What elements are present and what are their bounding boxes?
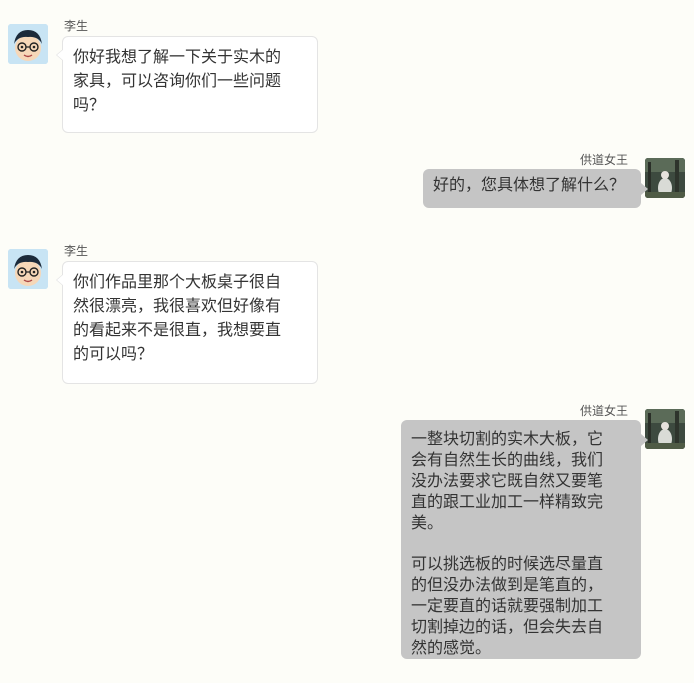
forest-photo-avatar-icon[interactable]	[645, 158, 685, 198]
sender-name: 李生	[64, 244, 89, 258]
sender-name: 供道女王	[579, 404, 628, 418]
message-line: 家具，可以咨询你们一些问题	[73, 71, 282, 90]
sender-name: 李生	[64, 19, 89, 33]
cartoon-boy-glasses-avatar-icon[interactable]	[8, 249, 48, 289]
message-line: 切割掉边的话，但会失去自	[411, 617, 604, 636]
sender-name: 供道女王	[579, 153, 628, 167]
message-line: 的可以吗？	[73, 344, 154, 363]
message-line: 吗？	[73, 95, 106, 114]
chat-conversation: 李生 你好我想了解一下关于实木的 家具，可以咨询你们一些问题 吗？ 供道女王 好…	[0, 0, 694, 683]
message-line: 可以挑选板的时候选尽量直	[411, 554, 604, 573]
outgoing-message-bubble[interactable]: 好的，您具体想了解什么？	[423, 169, 648, 208]
message-line: 的但没办法做到是笔直的，	[411, 575, 604, 594]
message-line: 直的跟工业加工一样精致完	[411, 492, 604, 511]
outgoing-message-bubble[interactable]: 一整块切割的实木大板，它 会有自然生长的曲线，我们 没办法要求它既自然又要笔 直…	[401, 420, 648, 659]
message-line: 一定要直的话就要强制加工	[411, 596, 604, 615]
message-line: 好的，您具体想了解什么？	[433, 175, 626, 194]
incoming-message-bubble[interactable]: 你们作品里那个大板桌子很自 然很漂亮，我很喜欢但好像有 的看起来不是很直，我想要…	[56, 261, 318, 384]
message-paragraph: 可以挑选板的时候选尽量直 的但没办法做到是笔直的， 一定要直的话就要强制加工 切…	[411, 553, 631, 658]
message-line: 没办法要求它既自然又要笔	[411, 471, 604, 490]
message-line: 然的感觉。	[411, 638, 492, 657]
message-paragraph: 一整块切割的实木大板，它 会有自然生长的曲线，我们 没办法要求它既自然又要笔 直…	[411, 428, 631, 533]
incoming-message-bubble[interactable]: 你好我想了解一下关于实木的 家具，可以咨询你们一些问题 吗？	[56, 36, 318, 133]
message-line: 一整块切割的实木大板，它	[411, 429, 604, 448]
message-line: 然很漂亮，我很喜欢但好像有	[73, 296, 282, 315]
message-line: 你好我想了解一下关于实木的	[73, 47, 282, 66]
message-line: 会有自然生长的曲线，我们	[411, 450, 604, 469]
cartoon-boy-glasses-avatar-icon[interactable]	[8, 24, 48, 64]
message-line: 的看起来不是很直，我想要直	[73, 320, 282, 339]
message-line: 美。	[411, 513, 444, 532]
forest-photo-avatar-icon[interactable]	[645, 409, 685, 449]
message-line: 你们作品里那个大板桌子很自	[73, 272, 282, 291]
